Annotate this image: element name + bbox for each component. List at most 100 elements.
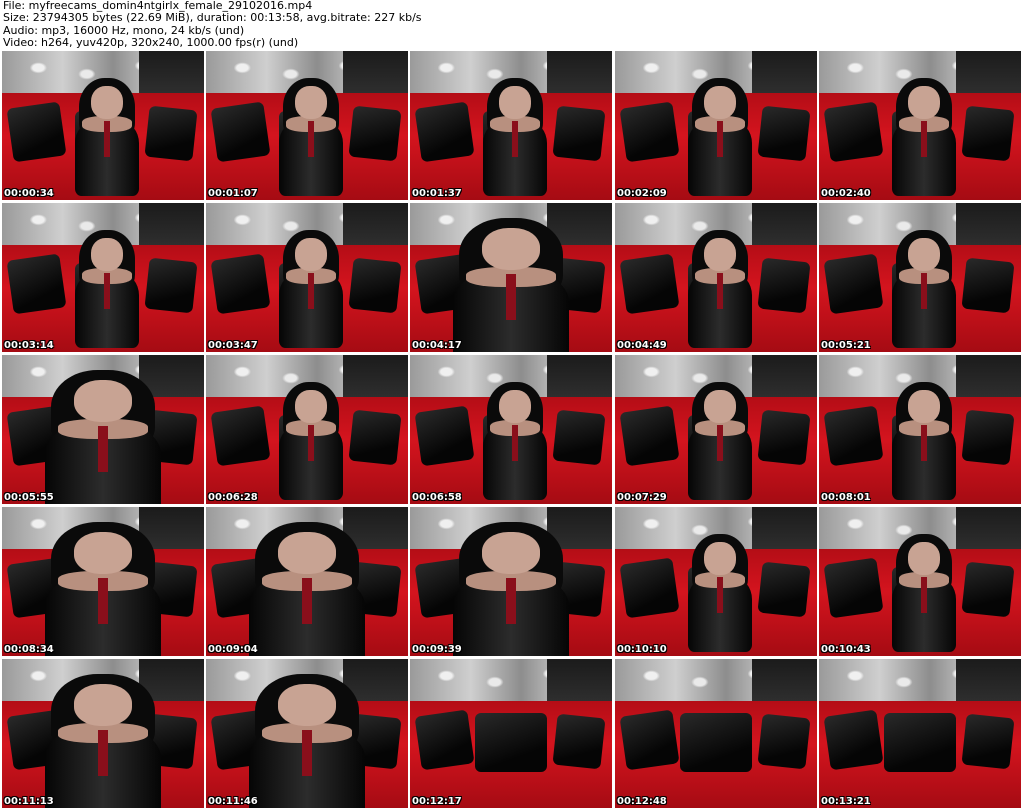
thumbnail-cushion (961, 409, 1016, 465)
thumbnail-cushion (552, 105, 607, 161)
video-thumbnail: 00:10:43 (819, 507, 1021, 656)
thumbnail-timestamp: 00:01:07 (208, 188, 258, 199)
thumbnail-cushion (6, 253, 67, 314)
thumbnail-figure (676, 77, 765, 200)
video-thumbnail: 00:13:21 (819, 659, 1021, 808)
thumbnail-cushion (144, 257, 199, 313)
thumbnail-timestamp: 00:11:13 (4, 796, 54, 807)
thumbnail-cushion (144, 105, 199, 161)
thumbnail-cushion (474, 712, 548, 773)
thumbnail-timestamp: 00:02:40 (821, 188, 871, 199)
thumbnail-cushion (757, 561, 812, 617)
thumbnail-figure (880, 77, 969, 200)
video-thumbnail: 00:06:58 (410, 355, 612, 504)
video-thumbnail: 00:01:07 (206, 51, 408, 200)
thumbnail-cushion (757, 713, 812, 769)
video-thumbnail: 00:00:34 (2, 51, 204, 200)
thumbnail-figure (22, 521, 184, 656)
thumbnail-figure (880, 533, 969, 656)
video-thumbnail: 00:07:29 (615, 355, 817, 504)
thumbnail-timestamp: 00:03:47 (208, 340, 258, 351)
thumbnail-timestamp: 00:01:37 (412, 188, 462, 199)
thumbnail-timestamp: 00:12:17 (412, 796, 462, 807)
thumbnail-cushion (961, 105, 1016, 161)
thumbnail-cushion (883, 712, 957, 773)
video-thumbnail: 00:03:47 (206, 203, 408, 352)
thumbnail-figure (880, 381, 969, 504)
file-size-line: Size: 23794305 bytes (22.69 MiB), durati… (3, 12, 422, 25)
thumbnail-cushion (552, 409, 607, 465)
video-thumbnail: 00:04:49 (615, 203, 817, 352)
video-thumbnail: 00:08:01 (819, 355, 1021, 504)
thumbnail-cushion (757, 105, 812, 161)
thumbnail-cushion (619, 405, 680, 466)
thumbnail-cushion (757, 257, 812, 313)
thumbnail-cushion (348, 105, 403, 161)
thumbnail-cushion (757, 409, 812, 465)
thumbnail-timestamp: 00:04:17 (412, 340, 462, 351)
video-thumbnail: 00:10:10 (615, 507, 817, 656)
thumbnail-cushion (823, 557, 884, 618)
video-thumbnail: 00:09:04 (206, 507, 408, 656)
thumbnail-cushion (961, 713, 1016, 769)
thumbnail-cushion (679, 712, 753, 773)
thumbnail-figure (22, 673, 184, 808)
thumbnail-cushion (210, 253, 271, 314)
thumbnail-timestamp: 00:00:34 (4, 188, 54, 199)
thumbnail-figure (267, 77, 356, 200)
thumbnail-timestamp: 00:07:29 (617, 492, 667, 503)
video-thumbnail: 00:11:13 (2, 659, 204, 808)
video-thumbnail: 00:05:21 (819, 203, 1021, 352)
thumbnail-figure (880, 229, 969, 352)
thumbnail-cushion (823, 709, 884, 770)
video-thumbnail: 00:06:28 (206, 355, 408, 504)
video-thumbnail: 00:09:39 (410, 507, 612, 656)
thumbnail-figure (471, 381, 560, 504)
thumbnail-cushion (619, 557, 680, 618)
thumbnail-figure (430, 521, 592, 656)
video-thumbnail: 00:04:17 (410, 203, 612, 352)
file-name-line: File: myfreecams_domin4ntgirlx_female_29… (3, 0, 313, 12)
video-thumbnail: 00:02:40 (819, 51, 1021, 200)
video-thumbnail: 00:11:46 (206, 659, 408, 808)
thumbnail-figure (676, 381, 765, 504)
thumbnail-cushion (210, 101, 271, 162)
thumbnail-cushion (823, 101, 884, 162)
thumbnail-cushion (348, 257, 403, 313)
thumbnail-timestamp: 00:06:28 (208, 492, 258, 503)
thumbnail-timestamp: 00:09:39 (412, 644, 462, 655)
thumbnail-timestamp: 00:11:46 (208, 796, 258, 807)
thumbnail-figure (267, 381, 356, 504)
thumbnail-timestamp: 00:10:10 (617, 644, 667, 655)
thumbnail-cushion (961, 561, 1016, 617)
thumbnail-figure (63, 229, 152, 352)
audio-info-line: Audio: mp3, 16000 Hz, mono, 24 kb/s (und… (3, 24, 245, 37)
thumbnail-figure (676, 533, 765, 656)
video-thumbnail: 00:12:48 (615, 659, 817, 808)
video-thumbnail: 00:02:09 (615, 51, 817, 200)
thumbnail-cushion (619, 101, 680, 162)
thumbnail-timestamp: 00:03:14 (4, 340, 54, 351)
thumbnail-figure (471, 77, 560, 200)
thumbnail-cushion (823, 405, 884, 466)
thumbnail-timestamp: 00:04:49 (617, 340, 667, 351)
thumbnail-cushion (961, 257, 1016, 313)
thumbnail-cushion (210, 405, 271, 466)
video-thumbnail: 00:12:17 (410, 659, 612, 808)
thumbnail-timestamp: 00:06:58 (412, 492, 462, 503)
thumbnail-cushion (619, 253, 680, 314)
video-info-line: Video: h264, yuv420p, 320x240, 1000.00 f… (3, 37, 299, 50)
thumbnail-wall (615, 659, 817, 701)
thumbnail-cushion (414, 405, 475, 466)
file-info-header: File: myfreecams_domin4ntgirlx_female_29… (3, 0, 1021, 50)
thumbnail-timestamp: 00:10:43 (821, 644, 871, 655)
thumbnail-timestamp: 00:08:01 (821, 492, 871, 503)
video-thumbnail: 00:01:37 (410, 51, 612, 200)
thumbnail-cushion (552, 713, 607, 769)
thumbnail-timestamp: 00:02:09 (617, 188, 667, 199)
thumbnail-figure (22, 369, 184, 504)
thumbnail-wall (819, 659, 1021, 701)
video-thumbnail: 00:08:34 (2, 507, 204, 656)
thumbnail-cushion (348, 409, 403, 465)
thumbnail-figure (676, 229, 765, 352)
